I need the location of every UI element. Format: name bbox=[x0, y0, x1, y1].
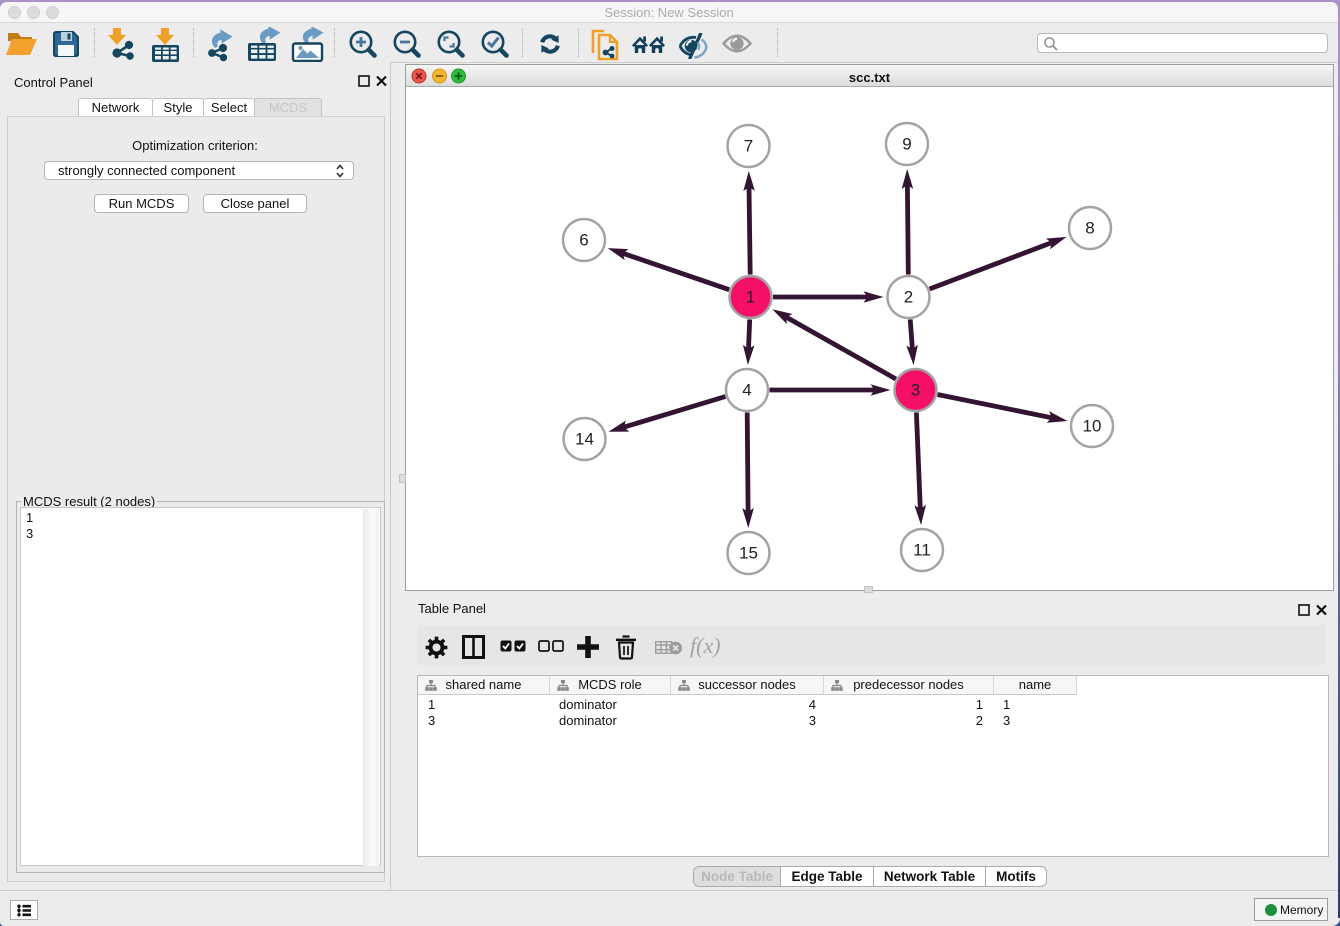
svg-text:4: 4 bbox=[742, 381, 751, 400]
svg-text:8: 8 bbox=[1085, 219, 1094, 238]
svg-text:14: 14 bbox=[575, 430, 594, 449]
svg-text:9: 9 bbox=[902, 135, 911, 154]
svg-text:11: 11 bbox=[913, 541, 931, 560]
svg-text:3: 3 bbox=[911, 381, 920, 400]
svg-text:2: 2 bbox=[904, 288, 913, 307]
svg-text:1: 1 bbox=[746, 288, 755, 307]
svg-text:10: 10 bbox=[1083, 417, 1102, 436]
svg-text:6: 6 bbox=[579, 231, 588, 250]
svg-text:7: 7 bbox=[744, 137, 753, 156]
svg-text:15: 15 bbox=[739, 544, 758, 563]
